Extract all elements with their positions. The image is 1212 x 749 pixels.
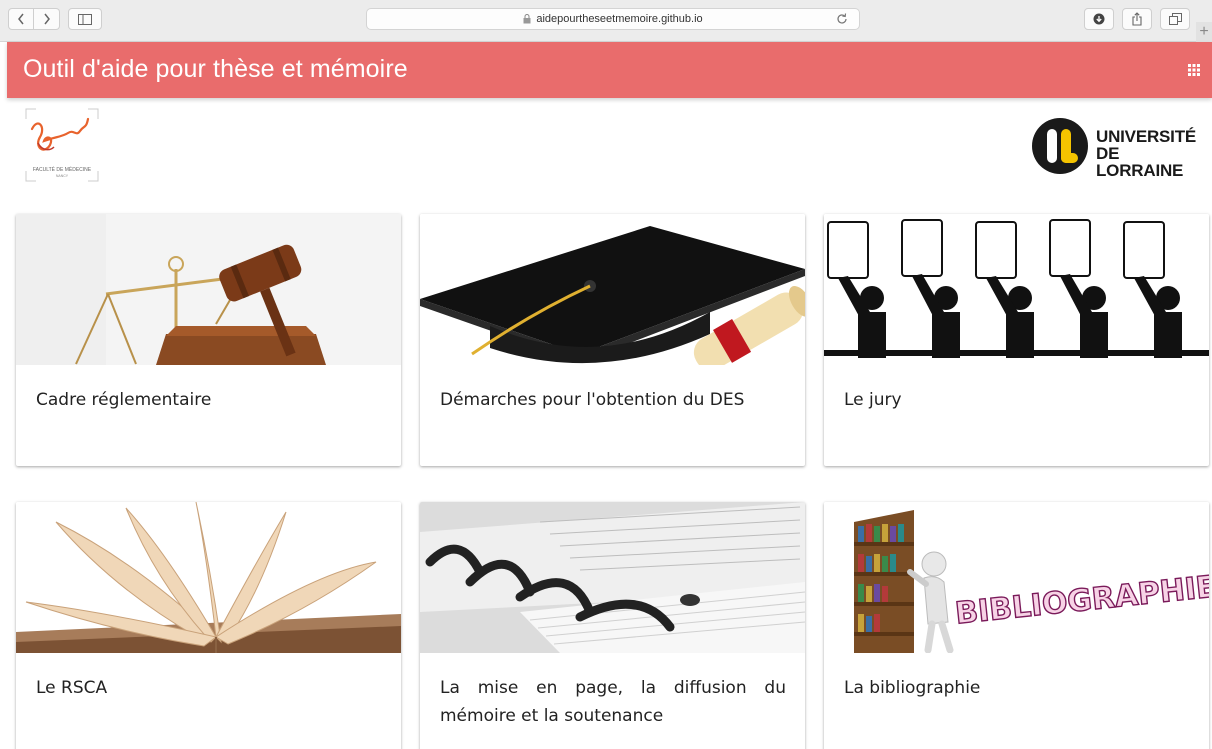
- faculty-logo-line2: NANCY: [56, 174, 69, 178]
- university-name: UNIVERSITÉ DE LORRAINE: [1096, 128, 1200, 179]
- downloads-button[interactable]: [1084, 8, 1114, 30]
- card-le-jury[interactable]: Le jury: [824, 214, 1209, 466]
- reload-icon[interactable]: [835, 12, 849, 26]
- address-bar[interactable]: aidepourtheseetmemoire.github.io: [366, 8, 860, 30]
- gavel-and-scales-image: [16, 214, 401, 365]
- card-le-rsca[interactable]: Le RSCA: [16, 502, 401, 749]
- url-text: aidepourtheseetmemoire.github.io: [536, 13, 703, 25]
- faculty-logo-line1: FACULTÉ DE MÉDECINE: [33, 166, 92, 173]
- card-mise-en-page[interactable]: La mise en page, la diffusion du mémoire…: [420, 502, 805, 749]
- faculty-of-medicine-logo: FACULTÉ DE MÉDECINE NANCY: [24, 107, 100, 183]
- card-title: Le RSCA: [36, 678, 108, 698]
- card-title: Démarches pour l'obtention du DES: [440, 390, 745, 410]
- chevron-left-icon: [18, 13, 24, 25]
- spiral-binding-image: [420, 502, 805, 653]
- bibliographie-image: BIBLIOGRAPHIE: [824, 502, 1209, 653]
- card-title: La bibliographie: [844, 678, 981, 698]
- card-title: Le jury: [844, 390, 902, 410]
- jury-image: [824, 214, 1209, 365]
- new-tab-button[interactable]: +: [1196, 22, 1212, 42]
- card-cadre-reglementaire[interactable]: Cadre réglementaire: [16, 214, 401, 466]
- chevron-right-icon: [43, 13, 50, 25]
- sidebar-toggle-button[interactable]: [68, 8, 102, 30]
- share-icon: [1132, 12, 1142, 26]
- graduation-cap-image: [420, 214, 805, 365]
- tabs-icon: [1168, 13, 1182, 25]
- app-header: Outil d'aide pour thèse et mémoire: [7, 42, 1212, 98]
- card-demarches-des[interactable]: Démarches pour l'obtention du DES: [420, 214, 805, 466]
- universite-de-lorraine-logo: UNIVERSITÉ DE LORRAINE: [1030, 116, 1200, 179]
- open-book-image: [16, 502, 401, 653]
- card-la-bibliographie[interactable]: BIBLIOGRAPHIE La bibliographie: [824, 502, 1209, 749]
- apps-grid-icon[interactable]: [1188, 64, 1200, 76]
- card-title: La mise en page, la diffusion du mémoire…: [440, 678, 786, 726]
- sidebar-icon: [78, 13, 92, 25]
- share-button[interactable]: [1122, 8, 1152, 30]
- page-title: Outil d'aide pour thèse et mémoire: [23, 55, 408, 83]
- forward-button[interactable]: [34, 8, 60, 30]
- university-name-line1: UNIVERSITÉ: [1096, 127, 1197, 146]
- tabs-overview-button[interactable]: [1160, 8, 1190, 30]
- toolbar-actions: [1084, 8, 1190, 30]
- browser-toolbar: aidepourtheseetmemoire.github.io +: [0, 0, 1212, 42]
- card-title: Cadre réglementaire: [36, 390, 212, 410]
- lock-icon: [523, 14, 531, 24]
- history-nav: [8, 8, 60, 30]
- university-name-line2: DE LORRAINE: [1096, 144, 1184, 180]
- download-icon: [1093, 13, 1105, 25]
- back-button[interactable]: [8, 8, 34, 30]
